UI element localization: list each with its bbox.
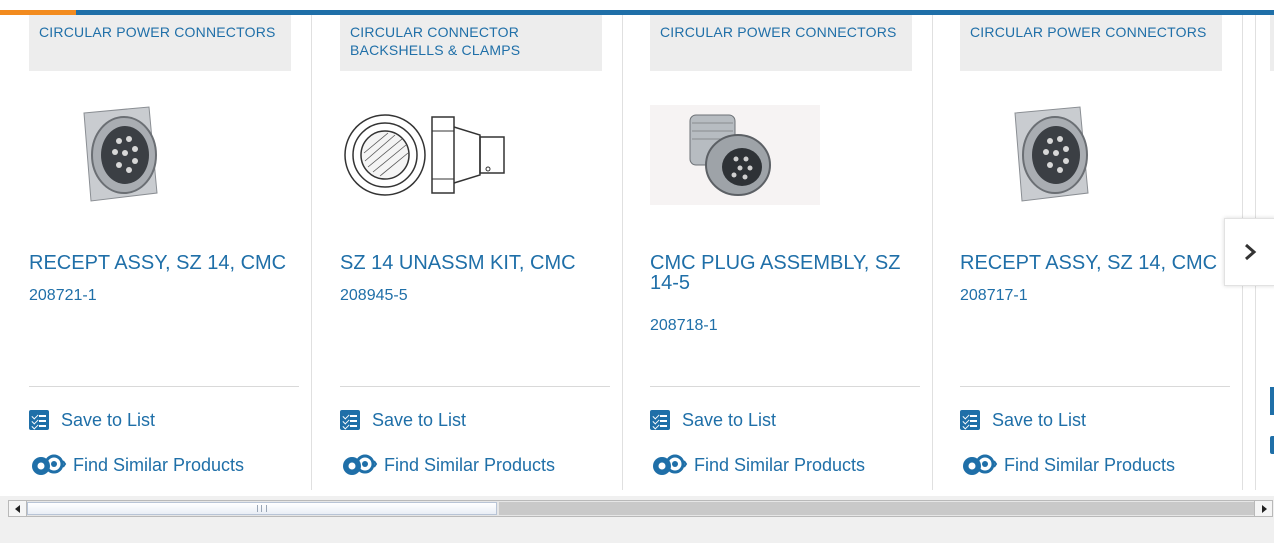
category-label[interactable]: CIRCULAR CONNECTOR BACKSHELLS & CLAMPS [340, 15, 602, 71]
find-similar-button[interactable]: Find Similar Products [340, 453, 555, 477]
divider [340, 386, 610, 387]
checklist-icon [650, 410, 670, 430]
category-label[interactable]: CIRCULAR POWER CONNECTORS [960, 15, 1222, 71]
save-to-list-label: Save to List [682, 409, 777, 430]
part-number-link[interactable]: 208717-1 [960, 287, 1028, 305]
category-label[interactable]: CIRCULAR POWER CONNECTORS [29, 15, 291, 71]
gears-icon [343, 454, 378, 475]
product-card: CIRCULAR POWER CONNECTORS CMC PLUG ASSEM… [621, 15, 933, 490]
save-to-list-button[interactable]: Save to List [650, 408, 776, 432]
product-image[interactable] [650, 105, 820, 205]
product-image[interactable] [960, 105, 1130, 205]
category-label[interactable]: CIRCULAR POWER CONNECTORS [650, 15, 912, 71]
save-to-list-label: Save to List [372, 409, 467, 430]
scrollbar-track[interactable] [499, 502, 1254, 515]
part-number-link[interactable]: 208721-1 [29, 287, 97, 305]
product-card: CIRCULAR CONNECTOR BACKSHELLS & CLAMPS S… [311, 15, 623, 490]
checklist-icon [29, 410, 49, 430]
divider [650, 386, 920, 387]
product-image[interactable] [340, 105, 510, 205]
save-to-list-button[interactable]: Save to List [340, 408, 466, 432]
find-similar-button[interactable]: Find Similar Products [29, 453, 244, 477]
checklist-icon [960, 410, 980, 430]
save-to-list-label: Save to List [992, 409, 1087, 430]
product-carousel: CIRCULAR POWER CONNECTORS RECEPT ASSY, S… [0, 0, 1274, 496]
part-number-link[interactable]: 208945-5 [340, 287, 408, 305]
product-image[interactable] [29, 105, 199, 205]
scroll-right-arrow-icon[interactable] [1254, 501, 1272, 516]
save-to-list-label: Save to List [61, 409, 156, 430]
gears-icon [963, 454, 998, 475]
carousel-next-button[interactable] [1224, 218, 1274, 286]
divider [29, 386, 299, 387]
find-similar-label: Find Similar Products [384, 454, 556, 475]
product-title-link[interactable]: SZ 14 UNASSM KIT, CMC [340, 253, 602, 273]
save-to-list-button[interactable]: Save to List [29, 408, 155, 432]
checklist-icon [340, 410, 360, 430]
find-similar-button[interactable]: Find Similar Products [960, 453, 1175, 477]
scrollbar-thumb[interactable] [27, 502, 497, 515]
find-similar-label: Find Similar Products [694, 454, 866, 475]
product-title-link[interactable]: RECEPT ASSY, SZ 14, CMC [960, 253, 1222, 273]
find-similar-label: Find Similar Products [73, 454, 245, 475]
gears-icon [653, 454, 688, 475]
next-card-category [1270, 15, 1274, 71]
find-similar-button[interactable]: Find Similar Products [650, 453, 865, 477]
next-card-save-icon [1270, 387, 1274, 415]
find-similar-label: Find Similar Products [1004, 454, 1176, 475]
chevron-right-icon [1245, 243, 1257, 261]
gears-icon [32, 454, 67, 475]
save-to-list-button[interactable]: Save to List [960, 408, 1086, 432]
horizontal-scrollbar[interactable] [8, 500, 1273, 517]
next-card-gears-icon [1270, 436, 1274, 454]
product-card: CIRCULAR POWER CONNECTORS RECEPT ASSY, S… [931, 15, 1243, 490]
part-number-link[interactable]: 208718-1 [650, 317, 718, 335]
scroll-left-arrow-icon[interactable] [9, 501, 27, 516]
divider [960, 386, 1230, 387]
product-title-link[interactable]: RECEPT ASSY, SZ 14, CMC [29, 253, 291, 273]
thumb-grip-icon [257, 505, 267, 512]
product-card: CIRCULAR POWER CONNECTORS RECEPT ASSY, S… [0, 15, 312, 490]
product-title-link[interactable]: CMC PLUG ASSEMBLY, SZ 14-5 [650, 253, 912, 293]
